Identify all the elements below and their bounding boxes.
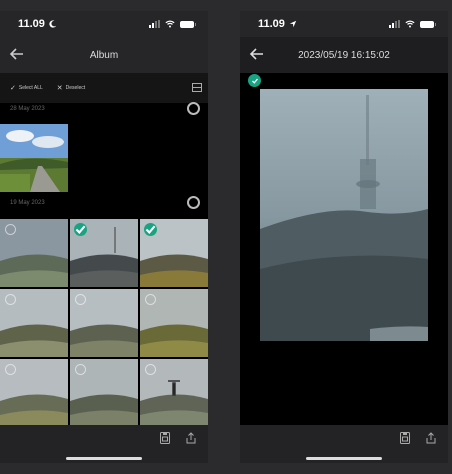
photo-thumbnail[interactable] [0,219,68,287]
home-indicator [66,457,142,460]
selected-check-badge[interactable] [144,223,157,236]
status-time: 11.09 [18,18,45,30]
select-circle[interactable] [5,294,16,305]
photo-thumbnail[interactable] [70,219,138,287]
share-icon[interactable] [424,431,438,445]
wifi-icon [405,20,415,28]
album-header: Album [0,37,208,73]
photo-preview[interactable] [260,89,428,341]
section-select-toggle[interactable] [187,102,200,115]
photo-thumbnail[interactable] [70,359,138,427]
save-icon[interactable] [398,431,412,445]
select-all-button[interactable]: ✓ Select ALL [10,84,43,92]
photo-thumbnail[interactable] [70,289,138,357]
select-all-label: Select ALL [18,85,43,91]
photo-selected-indicator[interactable] [248,74,261,87]
check-icon: ✓ [10,85,16,92]
back-arrow-icon[interactable] [248,45,266,63]
select-circle[interactable] [75,364,86,375]
page-title: Album [89,49,119,61]
wifi-icon [165,20,175,28]
bottom-toolbar [240,425,448,463]
photo-thumbnail[interactable] [140,289,208,357]
select-circle[interactable] [5,224,16,235]
deselect-button[interactable]: ✕ Deselect [57,84,85,92]
photo-timestamp: 2023/05/19 16:15:02 [298,49,390,61]
signal-icon [149,20,160,28]
share-icon[interactable] [184,431,198,445]
photo-header: 2023/05/19 16:15:02 [240,37,448,73]
photo-thumbnail[interactable] [0,359,68,427]
album-screen: 11.09 Album ✓ Select ALL ✕ Deselect 28 M… [0,11,208,463]
section-header: 19 May 2023 [0,191,208,215]
select-circle[interactable] [5,364,16,375]
deselect-label: Deselect [65,85,86,91]
location-arrow-icon [289,20,297,28]
back-arrow-icon[interactable] [8,45,26,63]
section-header: 28 May 2023 [0,97,208,121]
bottom-toolbar [0,425,208,463]
photo-thumbnail[interactable] [0,289,68,357]
check-icon [75,225,86,234]
grid-view-icon[interactable] [192,83,202,92]
section-date: 19 May 2023 [10,200,45,206]
section-select-toggle[interactable] [187,196,200,209]
select-circle[interactable] [145,364,156,375]
section-date: 28 May 2023 [10,106,45,112]
x-icon: ✕ [56,85,63,92]
photo-thumbnail[interactable] [140,219,208,287]
home-indicator [306,457,382,460]
photo-detail-screen: 11.09 2023/05/19 16:15:02 [240,11,448,463]
status-bar: 11.09 [240,11,448,37]
photo-thumbnail[interactable] [0,124,68,192]
photo-thumbnail[interactable] [140,359,208,427]
save-icon[interactable] [158,431,172,445]
status-time: 11.09 [258,18,285,30]
check-icon [145,225,156,234]
select-circle[interactable] [75,294,86,305]
battery-icon [420,20,436,28]
signal-icon [389,20,400,28]
battery-icon [180,20,196,28]
check-icon [251,78,258,84]
moon-icon [49,20,57,28]
select-circle[interactable] [145,294,156,305]
status-bar: 11.09 [0,11,208,37]
selected-check-badge[interactable] [74,223,87,236]
